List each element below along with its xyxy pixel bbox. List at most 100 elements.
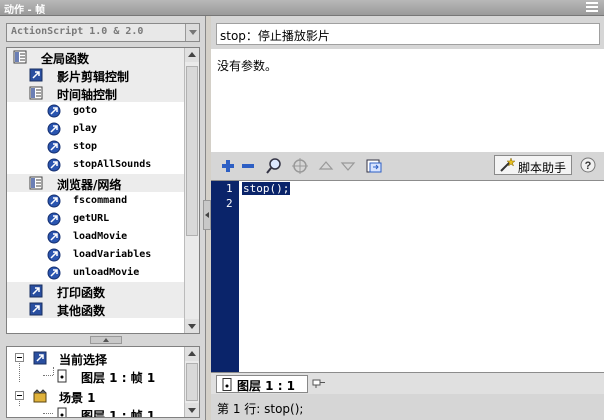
line-number: 1 [226,182,233,195]
collapse-icon[interactable] [15,391,24,400]
tree-item-label: stop [73,141,98,152]
status-bar: 第 1 行: stop(); [211,394,604,420]
find-icon[interactable] [265,157,283,175]
tree-item-label: 打印函数 [57,286,106,300]
action-icon [47,266,61,280]
book-open-icon [13,50,27,64]
action-icon [47,158,61,172]
tree-item-global-functions[interactable]: 全局函数 [7,48,185,66]
scene-icon [33,389,47,403]
tree-item-play[interactable]: play [7,120,185,138]
action-icon [47,122,61,136]
tree-item-goto[interactable]: goto [7,102,185,120]
help-icon[interactable]: ? [580,157,596,173]
target-icon[interactable] [291,157,309,175]
up-arrow-icon[interactable] [317,157,335,175]
add-icon[interactable] [219,157,237,175]
tree-item-stopallsounds[interactable]: stopAllSounds [7,156,185,174]
tree-item-print-functions[interactable]: 打印函数 [7,282,185,300]
tree-item-label: fscommand [73,195,128,206]
scroll-up-icon[interactable] [185,347,199,361]
book-open-icon [29,176,43,190]
magic-wand-icon [500,158,515,172]
frame-tab-label: 图层 1 : 1 [237,379,296,393]
tree-item-browser-network[interactable]: 浏览器/网络 [7,174,185,192]
toolbox-scrollbar[interactable] [184,48,199,333]
frame-icon [57,407,67,417]
help-title: stop：停止播放影片 [220,29,330,43]
pin-script-icon[interactable] [312,377,326,389]
nav-item-layer-frame[interactable]: 图层 1 : 帧 1 [7,367,185,385]
action-icon [47,248,61,262]
tree-item-unloadmovie[interactable]: unloadMovie [7,264,185,282]
script-assist-button[interactable]: 脚本助手 [494,155,572,175]
tree-item-fscommand[interactable]: fscommand [7,192,185,210]
action-icon [47,194,61,208]
outline-icon[interactable] [365,157,383,175]
collapse-pane-icon[interactable] [203,200,211,230]
nav-item-layer-frame[interactable]: 图层 1 : 帧 1 [7,405,185,417]
actionscript-version-label: ActionScript 1.0 & 2.0 [11,26,144,37]
remove-icon[interactable] [239,157,257,175]
chevron-down-icon[interactable] [185,24,199,41]
down-arrow-icon[interactable] [339,157,357,175]
tree-item-timeline-control[interactable]: 时间轴控制 [7,84,185,102]
nav-item-current-selection[interactable]: 当前选择 [7,349,185,367]
collapse-icon[interactable] [15,353,24,362]
tree-item-label: 影片剪辑控制 [57,70,130,84]
tree-item-loadvariables[interactable]: loadVariables [7,246,185,264]
line-number: 2 [226,197,233,210]
frame-script-tab[interactable]: 图层 1 : 1 [216,375,308,393]
book-closed-icon [29,68,43,82]
tree-item-label: stopAllSounds [73,159,152,170]
actionscript-version-select[interactable]: ActionScript 1.0 & 2.0 [6,23,200,42]
scroll-down-icon[interactable] [185,403,199,417]
book-open-icon [29,86,43,100]
tree-item-label: 全局函数 [41,52,90,66]
help-description-area: 没有参数。 [211,49,604,152]
tree-item-other-functions[interactable]: 其他函数 [7,300,185,318]
action-icon [47,212,61,226]
script-editor[interactable]: 1 2 stop(); [211,180,604,373]
scroll-thumb[interactable] [186,363,198,401]
action-icon [33,351,47,365]
action-icon [47,230,61,244]
nav-item-label: 图层 1 : 帧 1 [81,371,156,385]
action-icon [47,140,61,154]
frame-icon [222,378,232,391]
code-line-selected[interactable]: stop(); [242,182,291,195]
tree-item-label: unloadMovie [73,267,140,278]
tree-item-label: goto [73,105,98,116]
nav-item-label: 场景 1 [59,391,96,405]
panel-title: 动作 - 帧 [4,5,46,16]
panel-title-bar[interactable]: 动作 - 帧 [0,0,604,16]
pane-splitter-handle[interactable] [90,336,122,344]
book-closed-icon [29,302,43,316]
script-tab-bar: 图层 1 : 1 [211,372,604,394]
line-number-gutter: 1 2 [211,181,239,373]
scroll-down-icon[interactable] [185,319,199,333]
tree-item-loadmovie[interactable]: loadMovie [7,228,185,246]
panel-menu-icon[interactable] [586,2,598,13]
navigator-scrollbar[interactable] [184,347,199,417]
frame-icon [57,369,67,383]
tree-item-label: 时间轴控制 [57,88,118,102]
tree-item-geturl[interactable]: getURL [7,210,185,228]
tree-item-label: 其他函数 [57,304,106,318]
nav-item-label: 当前选择 [59,353,108,367]
script-toolbar: 脚本助手 ? [211,152,604,180]
tree-item-label: 浏览器/网络 [57,178,122,192]
script-assist-label: 脚本助手 [518,161,567,175]
tree-item-label: play [73,123,98,134]
scroll-up-icon[interactable] [185,48,199,62]
tree-item-label: getURL [73,213,110,224]
status-text: 第 1 行: stop(); [217,402,304,416]
tree-item-stop[interactable]: stop [7,138,185,156]
action-icon [47,104,61,118]
tree-item-label: loadMovie [73,231,128,242]
nav-item-scene[interactable]: 场景 1 [7,387,185,405]
tree-item-movieclip-control[interactable]: 影片剪辑控制 [7,66,185,84]
svg-text:?: ? [585,160,592,172]
scroll-thumb[interactable] [186,66,198,236]
actions-toolbox-tree: 全局函数 影片剪辑控制 时间轴控制 goto play stop stopAll… [6,47,200,334]
